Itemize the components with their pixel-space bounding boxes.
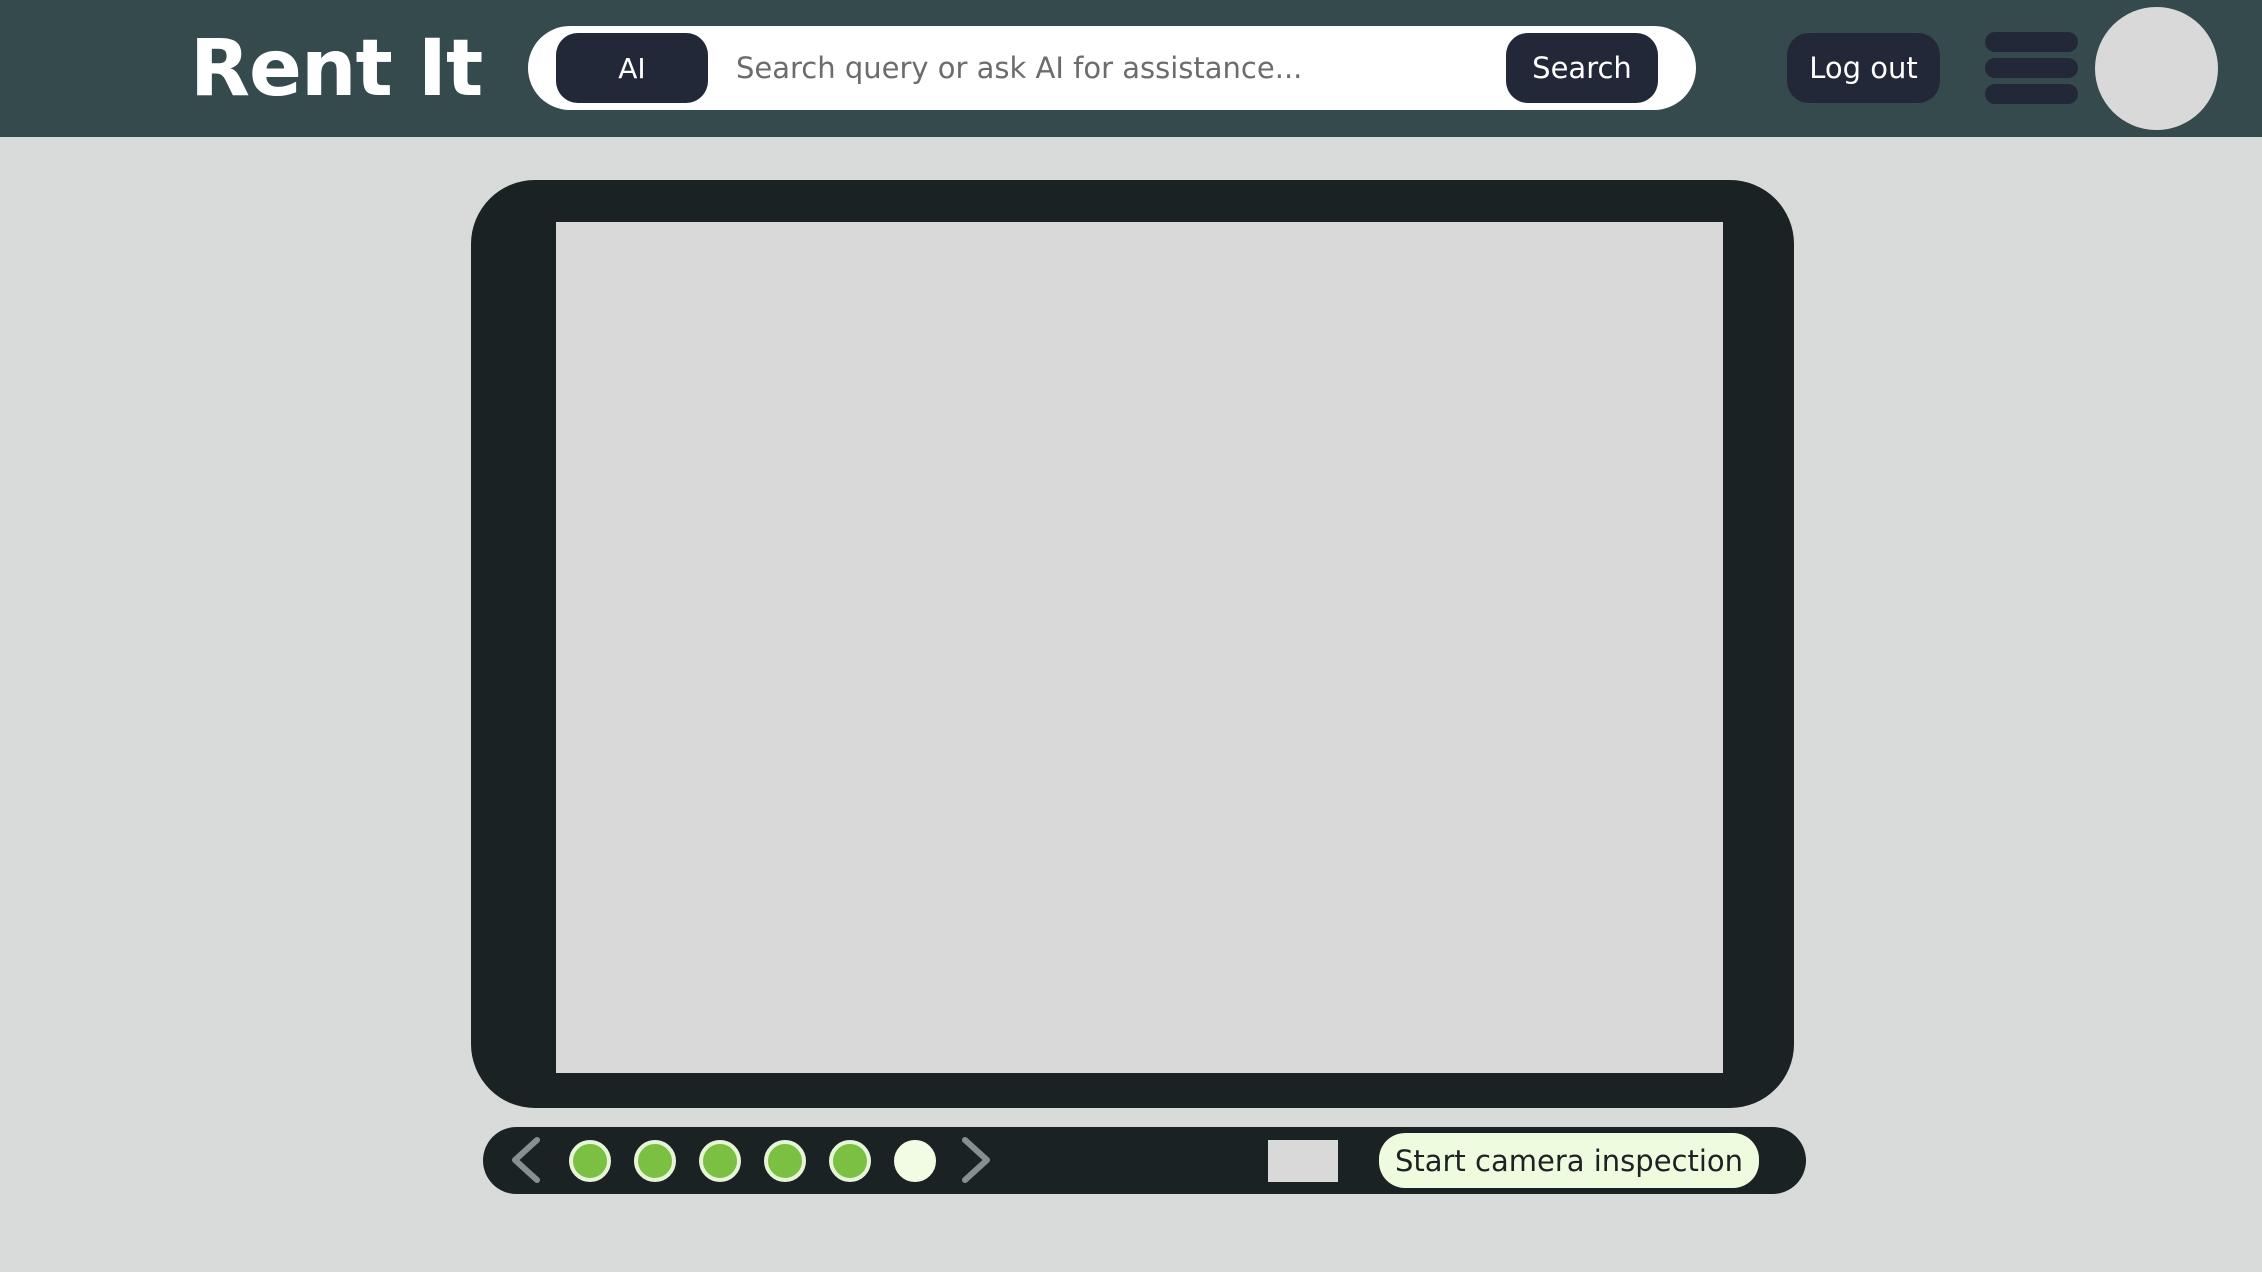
- top-navigation-bar: Rent It AI Search Log out: [0, 0, 2262, 137]
- step-dot[interactable]: [894, 1140, 936, 1182]
- user-avatar[interactable]: [2095, 7, 2218, 130]
- step-dot[interactable]: [699, 1140, 741, 1182]
- chevron-left-icon[interactable]: [505, 1135, 549, 1185]
- step-dot[interactable]: [569, 1140, 611, 1182]
- chevron-left-icon-shape: [512, 1137, 540, 1183]
- step-dot[interactable]: [764, 1140, 806, 1182]
- logout-button[interactable]: Log out: [1787, 33, 1940, 103]
- search-button[interactable]: Search: [1506, 33, 1658, 103]
- camera-preview: [556, 222, 1723, 1073]
- search-input[interactable]: [736, 38, 1496, 98]
- inspection-control-bar: Start camera inspection: [483, 1127, 1806, 1194]
- camera-frame: [471, 180, 1794, 1108]
- start-camera-inspection-button[interactable]: Start camera inspection: [1379, 1133, 1759, 1188]
- step-dot[interactable]: [829, 1140, 871, 1182]
- menu-bar: [1985, 84, 2078, 104]
- capture-thumbnail[interactable]: [1268, 1140, 1338, 1182]
- page: Rent It AI Search Log out: [0, 0, 2262, 1272]
- search-bar: AI Search: [528, 26, 1696, 110]
- menu-bar: [1985, 58, 2078, 78]
- chevron-right-icon-shape: [962, 1137, 990, 1183]
- brand-logo[interactable]: Rent It: [190, 22, 483, 116]
- menu-bar: [1985, 32, 2078, 52]
- step-dot[interactable]: [634, 1140, 676, 1182]
- chevron-right-icon[interactable]: [953, 1135, 997, 1185]
- hamburger-menu-icon[interactable]: [1985, 32, 2078, 104]
- ai-mode-button[interactable]: AI: [556, 33, 708, 103]
